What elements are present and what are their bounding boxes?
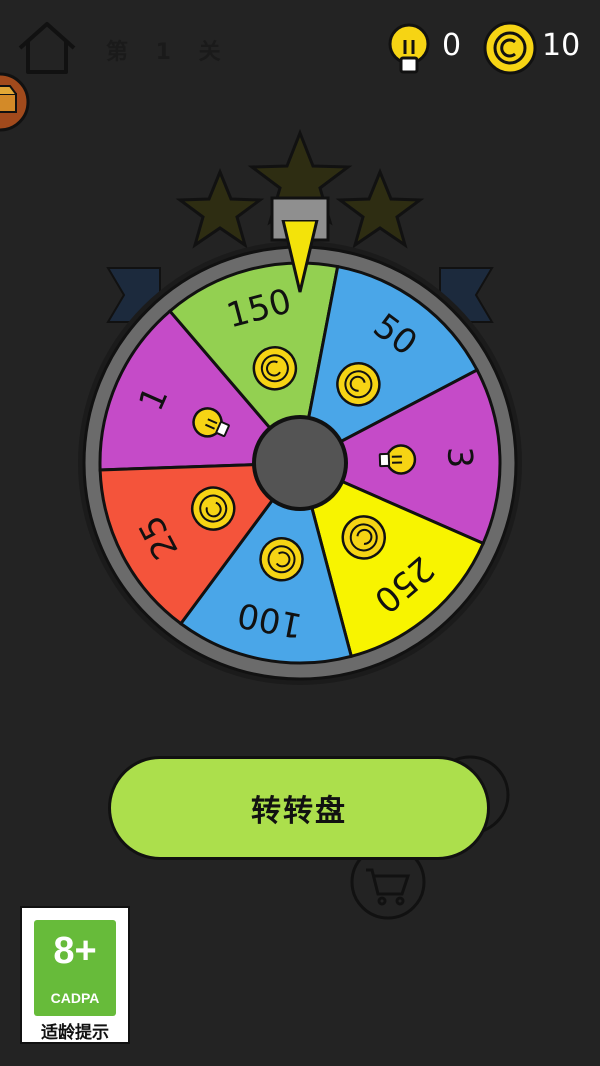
age-rating-badge: 8+ CADPA 适龄提示: [20, 906, 130, 1044]
spin-button[interactable]: 转转盘: [108, 756, 490, 860]
age-rating-value: 8+: [53, 930, 97, 972]
wheel-segment-label: 3: [439, 446, 480, 469]
home-icon[interactable]: [14, 18, 80, 78]
hint-count: 0: [442, 28, 462, 63]
top-bar: 第 1 关 0 10: [0, 0, 600, 100]
cart-icon: [366, 868, 411, 906]
hint-bulb-icon[interactable]: [386, 22, 432, 76]
spin-button-label: 转转盘: [251, 794, 347, 829]
wheel-hub: [252, 415, 348, 511]
level-label: 第 1 关: [106, 40, 231, 65]
age-rating-org: CADPA: [50, 990, 100, 1006]
coin-icon[interactable]: [482, 20, 538, 76]
age-rating-caption: 适龄提示: [41, 1023, 109, 1043]
prize-wheel[interactable]: 1150 50325010025: [75, 220, 525, 690]
age-rating-panel: 8+ CADPA: [34, 920, 116, 1016]
coin-count: 10: [542, 28, 581, 63]
chest-icon[interactable]: [0, 70, 32, 132]
